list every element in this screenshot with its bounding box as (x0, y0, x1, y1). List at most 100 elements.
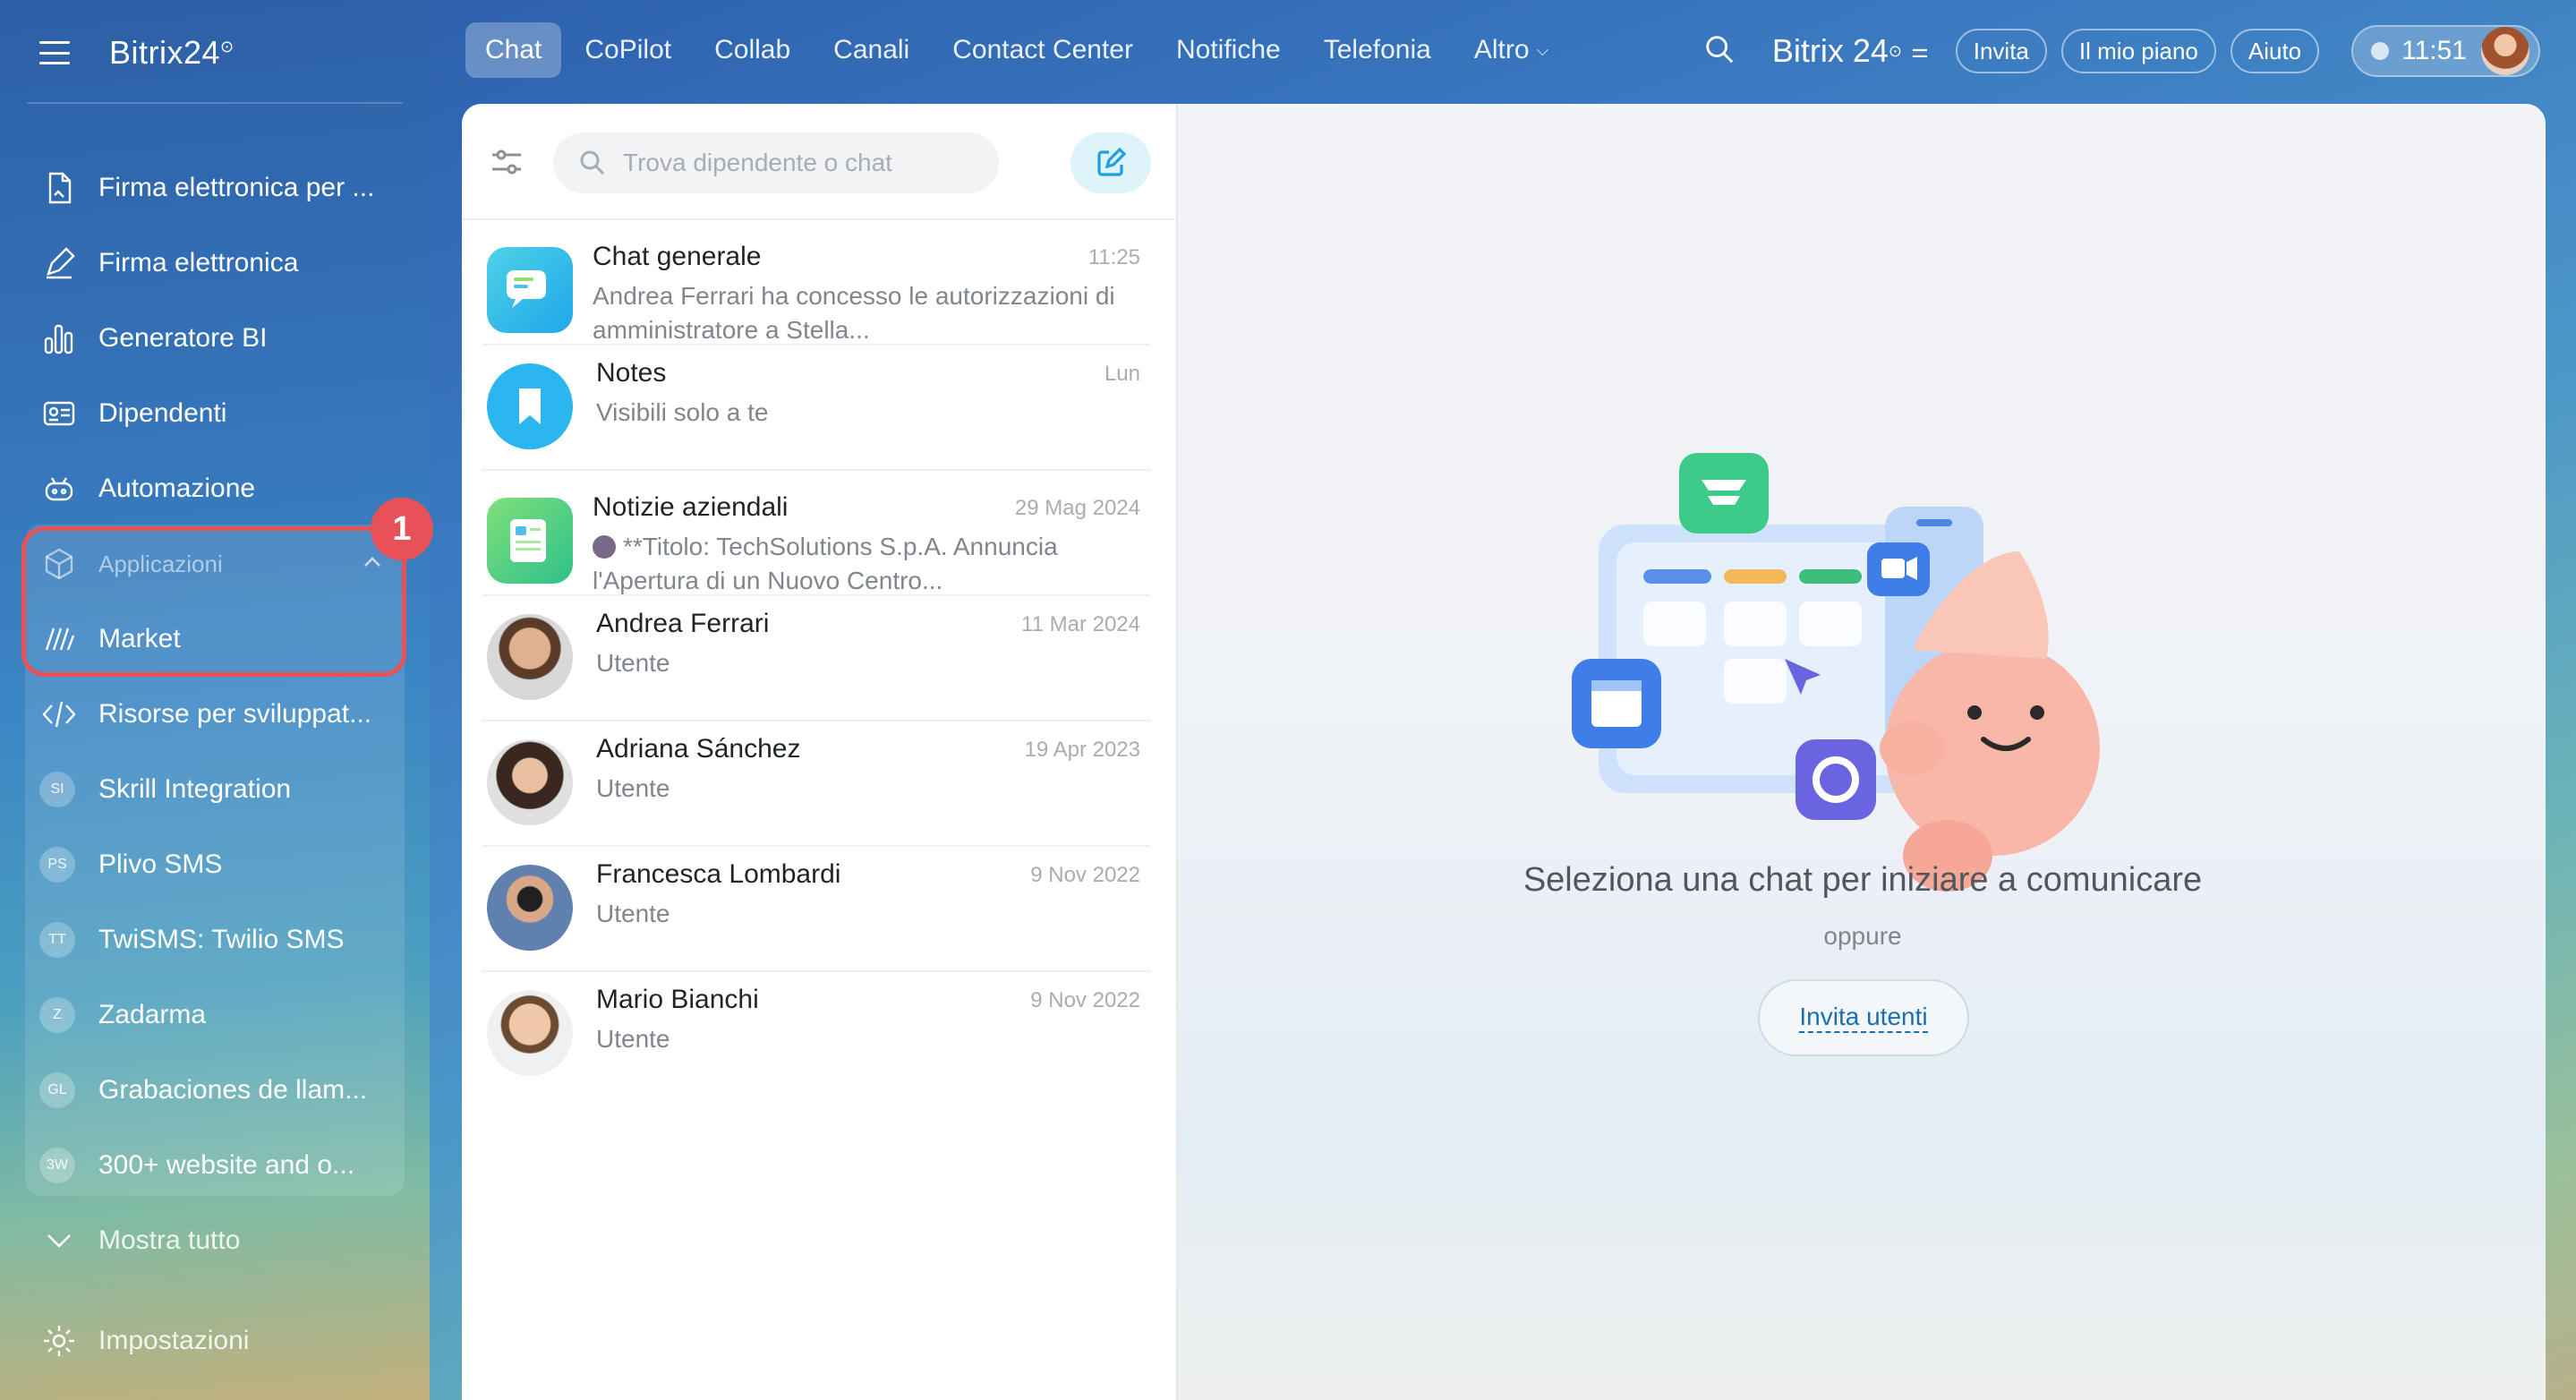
sidebar-item-label: Risorse per sviluppat... (98, 699, 372, 729)
id-card-icon (39, 394, 79, 433)
chat-preview: Andrea Ferrari ha concesso le autorizzaz… (593, 282, 1115, 344)
chat-item[interactable]: Chat generale 11:25 Andrea Ferrari ha co… (462, 220, 1176, 346)
tab-collab[interactable]: Collab (695, 22, 810, 78)
invite-button[interactable]: Invita (1955, 29, 2047, 73)
sidebar-item-dipendenti[interactable]: Dipendenti (39, 387, 226, 440)
invite-users-label: Invita utenti (1799, 1003, 1928, 1033)
tab-altro-label: Altro (1473, 35, 1530, 64)
chat-item[interactable]: Adriana Sánchez 19 Apr 2023 Utente (462, 721, 1176, 847)
sidebar-item-label: Skrill Integration (98, 774, 292, 804)
app-avatar: SI (39, 772, 75, 807)
chat-preview: Utente (596, 900, 670, 927)
chat-preview: Utente (596, 649, 670, 677)
settings-label: Impostazioni (98, 1326, 250, 1355)
top-right-bar: Bitrix 24 ⊙ ⚌ Invita Il mio piano Aiuto 11… (1702, 23, 2540, 79)
chat-preview: **Titolo: TechSolutions S.p.A. Annuncia … (593, 530, 1130, 598)
chat-search-input[interactable]: Trova dipendente o chat (553, 132, 999, 193)
show-all-button[interactable]: Mostra tutto (39, 1214, 240, 1268)
sliders-icon[interactable]: ⚌ (1911, 39, 1929, 63)
sender-avatar (593, 535, 616, 559)
sidebar-item-grabaciones[interactable]: GL Grabaciones de llam... (39, 1063, 367, 1117)
show-all-label: Mostra tutto (98, 1225, 241, 1255)
top-navigation: Chat CoPilot Collab Canali Contact Cente… (465, 21, 1572, 79)
chat-preview: Visibili solo a te (596, 398, 769, 426)
sidebar-item-label: Grabaciones de llam... (98, 1075, 368, 1105)
chat-name: Adriana Sánchez (596, 734, 801, 764)
chat-item[interactable]: Mario Bianchi 9 Nov 2022 Utente (462, 972, 1176, 1097)
clock-time: 11:51 (2401, 36, 2467, 65)
chevron-down-icon: ⌵ (1536, 40, 1549, 59)
chat-item[interactable]: Francesca Lombardi 9 Nov 2022 Utente (462, 847, 1176, 972)
sidebar-item-generatore-bi[interactable]: Generatore BI (39, 312, 267, 365)
sidebar-item-developer-resources[interactable]: Risorse per sviluppat... (39, 687, 371, 741)
tab-canali[interactable]: Canali (814, 22, 929, 78)
menu-icon[interactable] (39, 41, 70, 64)
bookmark-icon (487, 363, 573, 449)
search-icon (580, 150, 605, 175)
chat-bubbles-icon (487, 247, 573, 333)
sidebar-item-firma-elettronica[interactable]: Firma elettronica (39, 236, 298, 290)
app-avatar: PS (39, 847, 75, 883)
empty-state-illustration (1572, 453, 2100, 892)
tab-notifiche[interactable]: Notifiche (1156, 22, 1301, 78)
chat-time: 11 Mar 2024 (1021, 612, 1140, 636)
tab-altro[interactable]: Altro ⌵ (1454, 22, 1568, 78)
help-button[interactable]: Aiuto (2230, 29, 2320, 73)
sidebar-item-label: Firma elettronica (98, 248, 299, 277)
empty-state-title: Seleziona una chat per iniziare a comuni… (1523, 861, 2203, 899)
avatar (487, 739, 573, 825)
app-avatar: TT (39, 922, 75, 958)
sidebar-item-300-website[interactable]: 3W 300+ website and o... (39, 1139, 354, 1192)
sidebar-item-label: Plivo SMS (98, 849, 223, 879)
chat-item[interactable]: Notes Lun Visibili solo a te (462, 346, 1176, 471)
chat-list-panel: Trova dipendente o chat Chat generale 11… (462, 104, 1176, 1400)
tab-chat[interactable]: Chat (465, 22, 562, 78)
chat-time: 19 Apr 2023 (1024, 738, 1140, 762)
settings-button[interactable]: Impostazioni (39, 1314, 249, 1368)
invite-users-button[interactable]: Invita utenti (1758, 979, 1969, 1056)
chat-name: Andrea Ferrari (596, 609, 770, 638)
sidebar-item-firma-elettronica-per[interactable]: Firma elettronica per ... (39, 161, 374, 215)
pen-icon (39, 243, 79, 283)
sidebar-item-label: Dipendenti (98, 398, 227, 428)
tab-telefonia[interactable]: Telefonia (1304, 22, 1451, 78)
left-sidebar: Bitrix24⊙ Firma elettronica per ... Firm… (0, 0, 433, 1400)
sidebar-item-label: Zadarma (98, 1000, 207, 1029)
my-plan-button[interactable]: Il mio piano (2060, 29, 2216, 73)
filter-icon[interactable] (489, 144, 525, 180)
sidebar-item-label: Firma elettronica per ... (98, 173, 375, 202)
new-chat-button[interactable] (1070, 132, 1151, 193)
chat-name: Francesca Lombardi (596, 859, 841, 889)
brand-logo[interactable]: Bitrix 24 ⊙ ⚌ (1772, 32, 1929, 70)
sidebar-item-automazione[interactable]: Automazione (39, 462, 255, 516)
news-icon (487, 498, 573, 584)
chat-time: Lun (1104, 362, 1140, 386)
search-icon[interactable] (1702, 32, 1736, 71)
logo[interactable]: Bitrix24⊙ (109, 34, 235, 72)
robot-icon (39, 469, 79, 508)
avatar (487, 990, 573, 1076)
user-avatar[interactable] (2481, 27, 2529, 75)
chat-list-header: Trova dipendente o chat (462, 104, 1176, 220)
work-time-widget[interactable]: 11:51 (2351, 25, 2540, 77)
chat-preview: Utente (596, 1025, 670, 1053)
app-avatar: 3W (39, 1148, 75, 1183)
sidebar-item-twisms[interactable]: TT TwiSMS: Twilio SMS (39, 913, 345, 967)
sidebar-item-plivo[interactable]: PS Plivo SMS (39, 838, 222, 892)
clock-icon (2371, 42, 2390, 60)
chat-name: Mario Bianchi (596, 985, 759, 1014)
sidebar-item-skrill[interactable]: SI Skrill Integration (39, 763, 291, 816)
app-avatar: GL (39, 1072, 75, 1108)
empty-chat-area: Seleziona una chat per iniziare a comuni… (1176, 104, 2546, 1400)
chat-name: Notes (596, 358, 667, 388)
chat-item[interactable]: Notizie aziendali 29 Mag 2024 **Titolo: … (462, 471, 1176, 596)
sidebar-divider (27, 102, 403, 104)
chat-name: Notizie aziendali (593, 492, 789, 522)
tab-copilot[interactable]: CoPilot (565, 22, 691, 78)
avatar (487, 865, 573, 951)
chat-time: 9 Nov 2022 (1030, 863, 1140, 887)
tab-contact-center[interactable]: Contact Center (933, 22, 1153, 78)
chat-item[interactable]: Andrea Ferrari 11 Mar 2024 Utente (462, 596, 1176, 721)
code-icon (39, 695, 79, 734)
sidebar-item-zadarma[interactable]: Z Zadarma (39, 988, 206, 1042)
